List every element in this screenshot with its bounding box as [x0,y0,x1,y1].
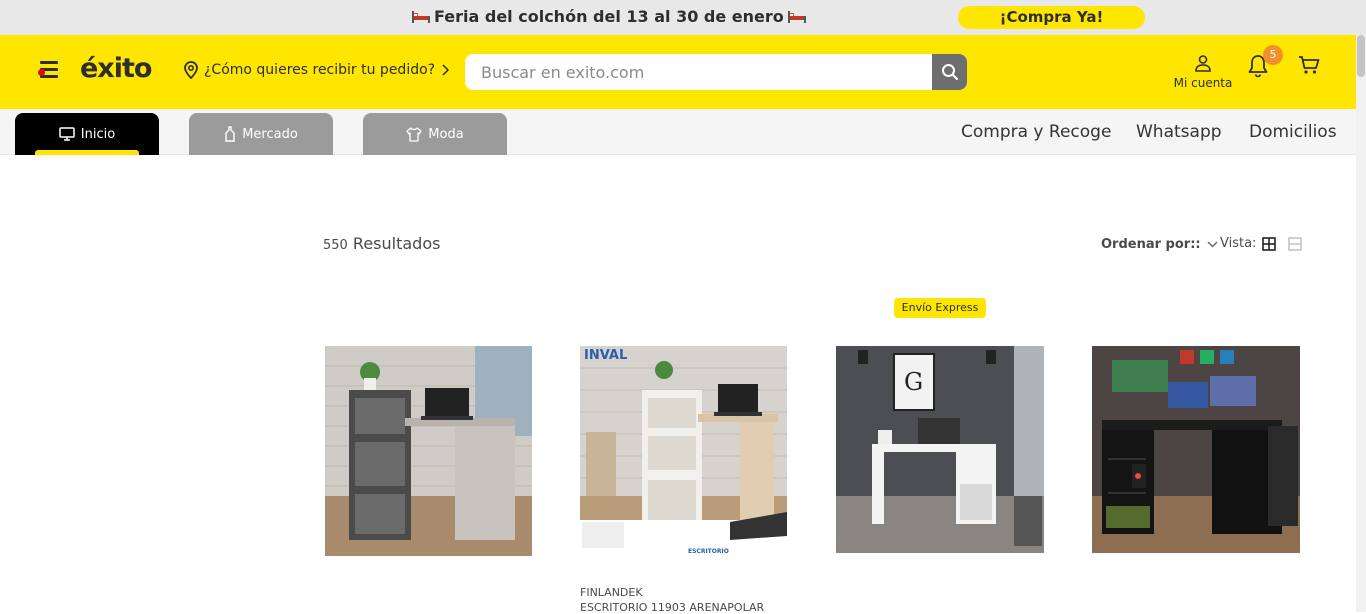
logo-dot [38,69,45,76]
tab-mercado[interactable]: Mercado [189,113,333,155]
product-image[interactable]: G [836,346,1044,553]
promo-message[interactable]: Feria del colchón del 13 al 30 de enero [408,7,810,26]
results-count: 550 Resultados [323,234,440,253]
bed-icon [412,11,430,23]
category-navbar: Inicio Mercado Moda Compra y Recoge What… [0,109,1356,155]
desk-photo-1 [325,346,532,556]
tab-moda[interactable]: Moda [363,113,507,155]
view-label: Vista: [1220,236,1257,251]
product-image[interactable]: INVAL ESCRITORIO [580,346,787,556]
svg-text:G: G [904,368,923,396]
location-pin-icon [184,61,198,79]
bed-icon [787,11,806,23]
promo-cta-button[interactable]: ¡Compra Ya! [958,6,1145,29]
main-header: éxito ¿Cómo quieres recibir tu pedido? M… [0,35,1356,109]
account-button[interactable]: Mi cuenta [1172,54,1234,90]
bottle-icon [225,126,235,142]
desk-photo-3: G [836,346,1044,553]
results-number: 550 [323,238,348,253]
nav-link-domicilios[interactable]: Domicilios [1249,122,1337,142]
inval-brand-mark: INVAL [584,348,627,363]
exito-logo[interactable]: éxito [80,53,152,84]
list-view-icon[interactable] [1288,237,1302,251]
page-scrollbar[interactable] [1356,35,1366,612]
location-prompt: ¿Cómo quieres recibir tu pedido? [204,62,436,78]
user-icon [1195,55,1211,72]
sort-dropdown[interactable]: Ordenar por:: [1101,237,1218,252]
product-image[interactable] [325,346,532,556]
notification-badge: 5 [1263,45,1283,65]
chevron-right-icon [442,64,450,76]
shirt-icon [406,126,422,142]
active-tab-indicator [35,150,139,155]
scrollbar-thumb[interactable] [1357,35,1365,77]
search-button[interactable] [932,54,967,90]
monitor-icon [59,127,75,141]
product-name[interactable]: ESCRITORIO 11903 ARENAPOLAR [580,601,764,614]
product-image[interactable] [1092,346,1300,553]
sort-label: Ordenar por:: [1101,237,1201,252]
promo-bar: Feria del colchón del 13 al 30 de enero … [0,0,1366,35]
desk-photo-2: INVAL ESCRITORIO [580,346,787,556]
search-bar [465,54,967,90]
image-caption: ESCRITORIO [688,548,729,555]
express-badge: Envío Express [894,298,986,318]
nav-link-compra-recoge[interactable]: Compra y Recoge [961,122,1111,142]
tab-label: Inicio [80,126,116,142]
search-input[interactable] [465,54,932,90]
promo-text: Feria del colchón del 13 al 30 de enero [434,7,784,26]
search-icon [941,64,958,80]
account-label: Mi cuenta [1173,76,1233,90]
delivery-location-selector[interactable]: ¿Cómo quieres recibir tu pedido? [183,61,450,79]
chevron-down-icon [1207,241,1218,248]
tab-label: Mercado [242,126,298,142]
tab-inicio[interactable]: Inicio [15,113,159,155]
cart-icon[interactable] [1298,55,1320,75]
nav-link-whatsapp[interactable]: Whatsapp [1136,122,1222,142]
grid-view-icon[interactable] [1262,237,1276,251]
tab-label: Moda [428,126,464,142]
results-label: Resultados [352,234,441,253]
product-brand: FINLANDEK [580,586,643,599]
desk-photo-4 [1092,346,1300,553]
